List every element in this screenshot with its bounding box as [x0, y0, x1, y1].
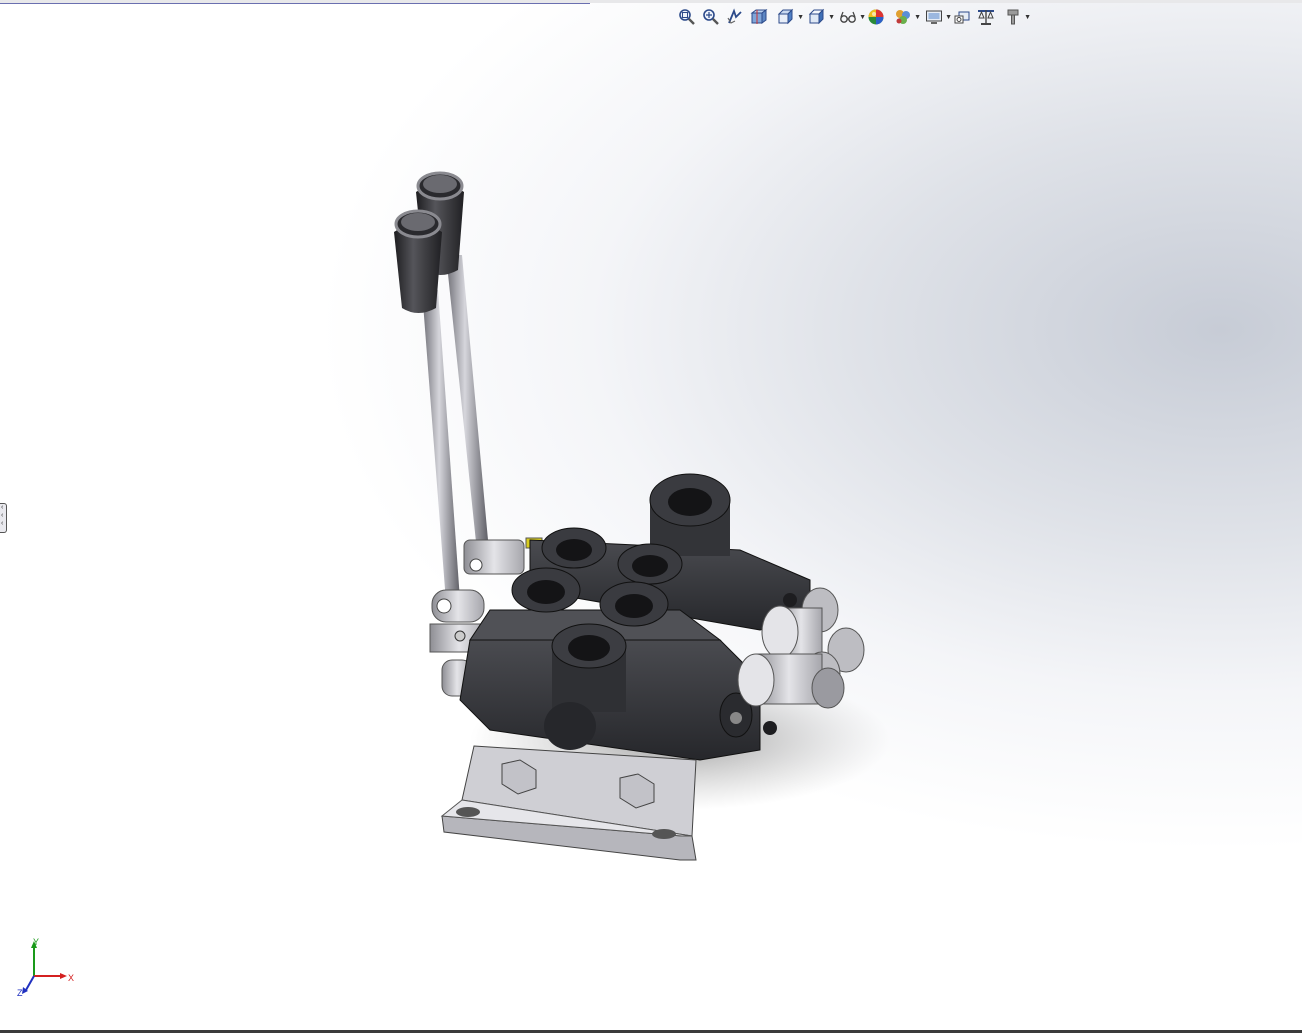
collapse-arrows-icon: ‹ ‹ ‹ — [1, 504, 4, 527]
triad-z-label: Z — [17, 988, 23, 998]
color-ball-icon — [868, 9, 883, 25]
balance-icon — [977, 10, 994, 25]
reference-triad: Y X Z — [17, 937, 74, 998]
heads-up-view-toolbar: ▼ ▼ ▼ ▼ ▼ ▼ — [676, 6, 1031, 28]
valve-section-rear — [529, 473, 811, 631]
pin-icon — [1007, 9, 1019, 25]
top-strip — [0, 0, 1302, 4]
monitor-icon — [926, 10, 942, 24]
eye-glasses-icon — [840, 11, 856, 23]
apply-scene-button[interactable]: ▼ — [889, 7, 921, 27]
graphics-area[interactable]: ▼ ▼ ▼ ▼ ▼ ▼ ‹ ‹ ‹ Y X Z — [0, 0, 1302, 1033]
display-style-button[interactable]: ▼ — [803, 7, 835, 27]
hide-show-items-button[interactable]: ▼ — [834, 7, 866, 27]
feature-tabs-strip[interactable] — [0, 0, 590, 4]
zoom-to-area-button[interactable] — [700, 7, 721, 27]
triad-y-label: Y — [33, 937, 39, 947]
more-options-button[interactable]: ▼ — [999, 7, 1031, 27]
magnifier-area-icon — [702, 9, 719, 25]
scene-icon — [896, 10, 910, 24]
zoom-to-fit-button[interactable] — [676, 7, 697, 27]
edit-appearance-button[interactable] — [865, 7, 886, 27]
view-orientation-button[interactable]: ▼ — [772, 7, 804, 27]
cube-orientation-icon — [777, 8, 794, 25]
feature-manager-toggle[interactable]: ‹ ‹ ‹ — [0, 503, 7, 533]
previous-view-button[interactable] — [724, 7, 745, 27]
rotate-icon — [954, 11, 969, 24]
rotate-view-button[interactable] — [951, 7, 972, 27]
view-settings-button[interactable]: ▼ — [920, 7, 952, 27]
chevron-down-icon: ▼ — [1024, 14, 1031, 21]
section-view-button[interactable] — [748, 7, 769, 27]
measure-button[interactable] — [975, 7, 996, 27]
shaded-cube-icon — [808, 8, 825, 25]
magnifier-fit-icon — [678, 9, 695, 25]
mounting-bracket — [440, 745, 697, 861]
triad-x-label: X — [68, 973, 74, 983]
previous-view-icon — [726, 8, 742, 24]
section-view-icon — [750, 9, 767, 24]
hydraulic-valve-model[interactable] — [380, 160, 900, 880]
